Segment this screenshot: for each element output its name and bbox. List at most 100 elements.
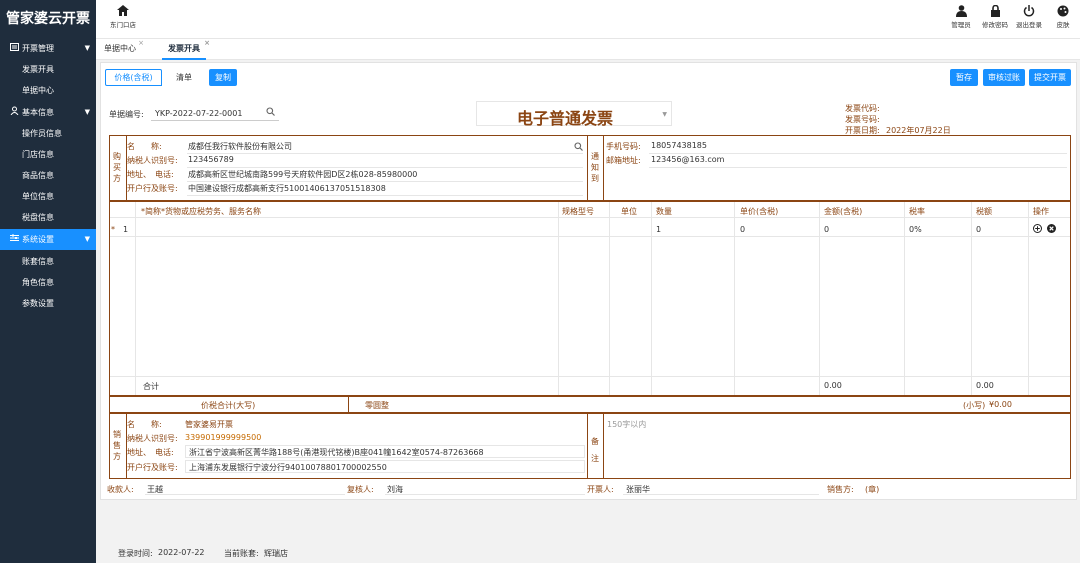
col-ops: 操作 xyxy=(1033,207,1049,216)
col-amount: 金额(含税) xyxy=(824,207,863,216)
sidebar: 管家婆云开票 开票管理 ▼ 发票开具 单据中心 基本信息 ▼ 操作员信息 门店信… xyxy=(0,0,96,563)
email-value[interactable]: 123456@163.com xyxy=(651,155,724,164)
palette-icon xyxy=(1057,5,1069,17)
sidebar-item-doc-center[interactable]: 单据中心 xyxy=(0,80,96,101)
seller-tax-label: 纳税人识别号: xyxy=(127,434,178,443)
chevron-down-icon: ▼ xyxy=(84,108,90,116)
seller-name-label: 名 称: xyxy=(127,420,162,429)
add-row-icon[interactable] xyxy=(1033,224,1042,235)
sidebar-group-system[interactable]: 系统设置 ▼ xyxy=(0,229,96,250)
user-icon xyxy=(10,102,19,123)
row-tax[interactable]: 0 xyxy=(976,225,981,234)
seller-bank-value: 上海浦东发展银行宁波分行94010078801700002550 xyxy=(189,463,387,472)
sidebar-item-taxdisk[interactable]: 税盘信息 xyxy=(0,207,96,228)
seller-seal-value: (章) xyxy=(865,485,880,494)
home-button[interactable]: 东门口店 xyxy=(110,5,136,29)
phone-label: 手机号码: xyxy=(606,142,641,151)
buyer-tax-value[interactable]: 123456789 xyxy=(188,155,234,164)
seller-seal-label: 销售方: xyxy=(827,485,854,494)
buyer-bank-value[interactable]: 中国建设银行成都高新支行51001406137051518308 xyxy=(188,183,386,194)
copy-button[interactable]: 复制 xyxy=(209,69,237,86)
seller-addr-field[interactable]: 浙江省宁波高新区菁华路188号(甬港现代铭楼)B座041幢1642室0574-8… xyxy=(185,445,585,458)
list-button[interactable]: 清单 xyxy=(169,69,199,86)
submit-button[interactable]: 提交开票 xyxy=(1029,69,1071,86)
sidebar-item-unit[interactable]: 单位信息 xyxy=(0,186,96,207)
tab-doc-center[interactable]: 单据中心 × xyxy=(104,39,144,60)
logout-button[interactable]: 退出登录 xyxy=(1012,5,1046,29)
row-price[interactable]: 0 xyxy=(740,225,745,234)
admin-button[interactable]: 管理员 xyxy=(944,5,978,29)
change-password-label: 修改密码 xyxy=(982,21,1008,29)
change-password-button[interactable]: 修改密码 xyxy=(978,5,1012,29)
close-icon[interactable]: × xyxy=(204,33,210,53)
row-goods-name-input[interactable] xyxy=(141,225,553,235)
phone-value[interactable]: 18057438185 xyxy=(651,141,707,150)
search-icon[interactable] xyxy=(266,107,275,118)
sidebar-group-label: 系统设置 xyxy=(22,235,54,244)
sidebar-item-params[interactable]: 参数设置 xyxy=(0,293,96,314)
sidebar-group-label: 开票管理 xyxy=(22,44,54,53)
invoice-type-title: 电子普通发票 xyxy=(517,109,614,128)
save-button[interactable]: 暂存 xyxy=(950,69,978,86)
tab-invoice-issue[interactable]: 发票开具 × xyxy=(162,39,210,60)
invoice-code-label: 发票代码: xyxy=(845,104,880,113)
total-amount: 0.00 xyxy=(824,381,842,390)
col-rate: 税率 xyxy=(909,207,925,216)
account-label: 当前账套: xyxy=(224,549,259,558)
buyer-tax-label: 纳税人识别号: xyxy=(127,156,178,165)
lock-icon xyxy=(990,5,1000,17)
row-amount[interactable]: 0 xyxy=(824,225,829,234)
payee-label: 收款人: xyxy=(107,485,134,494)
status-bar: 登录时间: 2022-07-22 当前账套: 辉瑞店 xyxy=(96,540,1080,563)
doc-no-value: YKP-2022-07-22-0001 xyxy=(155,109,243,118)
sidebar-item-role[interactable]: 角色信息 xyxy=(0,272,96,293)
buyer-name-value[interactable]: 成都任我行软件股份有限公司 xyxy=(188,141,292,152)
admin-icon xyxy=(955,5,967,17)
sum-upper: 零圆整 xyxy=(365,401,389,410)
sidebar-item-account[interactable]: 账套信息 xyxy=(0,251,96,272)
power-icon xyxy=(1023,5,1035,17)
invoice-number-label: 发票号码: xyxy=(845,115,880,124)
sidebar-item-operator[interactable]: 操作员信息 xyxy=(0,123,96,144)
account-value: 辉瑞店 xyxy=(264,549,288,558)
col-goods-name: *简称*货物或应税劳务、服务名称 xyxy=(141,207,261,216)
buyer-bank-label: 开户行及账号: xyxy=(127,184,178,193)
price-tax-toggle[interactable]: 价格(含税) xyxy=(105,69,162,86)
seller-bank-field[interactable]: 上海浦东发展银行宁波分行94010078801700002550 xyxy=(185,460,585,473)
drawer-label: 开票人: xyxy=(587,485,614,494)
tab-label: 单据中心 xyxy=(104,44,136,53)
sidebar-group-invoice[interactable]: 开票管理 ▼ xyxy=(0,38,96,59)
sidebar-item-store[interactable]: 门店信息 xyxy=(0,144,96,165)
sum-lower-label: (小写) xyxy=(963,401,986,410)
tab-label: 发票开具 xyxy=(168,44,200,53)
col-tax: 税额 xyxy=(976,207,992,216)
invoice-type-select[interactable]: 电子普通发票 ▼ xyxy=(476,101,672,128)
sidebar-item-issue[interactable]: 发票开具 xyxy=(0,59,96,80)
remark-textarea[interactable]: 150字以内 xyxy=(607,419,646,430)
email-label: 邮箱地址: xyxy=(606,156,641,165)
chevron-down-icon: ▼ xyxy=(84,235,90,243)
row-rate[interactable]: 0% xyxy=(909,225,922,234)
logout-label: 退出登录 xyxy=(1016,21,1042,29)
skin-button[interactable]: 皮肤 xyxy=(1046,5,1080,29)
search-icon[interactable] xyxy=(574,142,583,153)
close-icon[interactable]: × xyxy=(138,33,144,53)
buyer-addr-value[interactable]: 成都高新区世纪城南路599号天府软件园D区2栋028-85980000 xyxy=(188,169,417,180)
remark-side-label: 备注 xyxy=(591,437,599,463)
audit-button[interactable]: 审核过账 xyxy=(983,69,1025,86)
login-time-label: 登录时间: xyxy=(118,549,153,558)
total-label: 合计 xyxy=(143,382,159,391)
row-qty[interactable]: 1 xyxy=(656,225,661,234)
sidebar-group-basic[interactable]: 基本信息 ▼ xyxy=(0,102,96,123)
sidebar-item-goods[interactable]: 商品信息 xyxy=(0,165,96,186)
seller-side-label: 销售方 xyxy=(113,430,121,461)
doc-no-field[interactable]: YKP-2022-07-22-0001 xyxy=(151,105,279,121)
chevron-down-icon: ▼ xyxy=(84,44,90,52)
home-icon xyxy=(110,5,136,19)
delete-row-icon[interactable] xyxy=(1047,224,1056,235)
invoice-icon xyxy=(10,38,19,59)
row-number: 1 xyxy=(123,225,129,234)
col-unit: 单位 xyxy=(621,207,637,216)
tab-bar: 单据中心 × 发票开具 × xyxy=(96,38,1080,60)
chevron-down-icon: ▼ xyxy=(662,111,667,118)
